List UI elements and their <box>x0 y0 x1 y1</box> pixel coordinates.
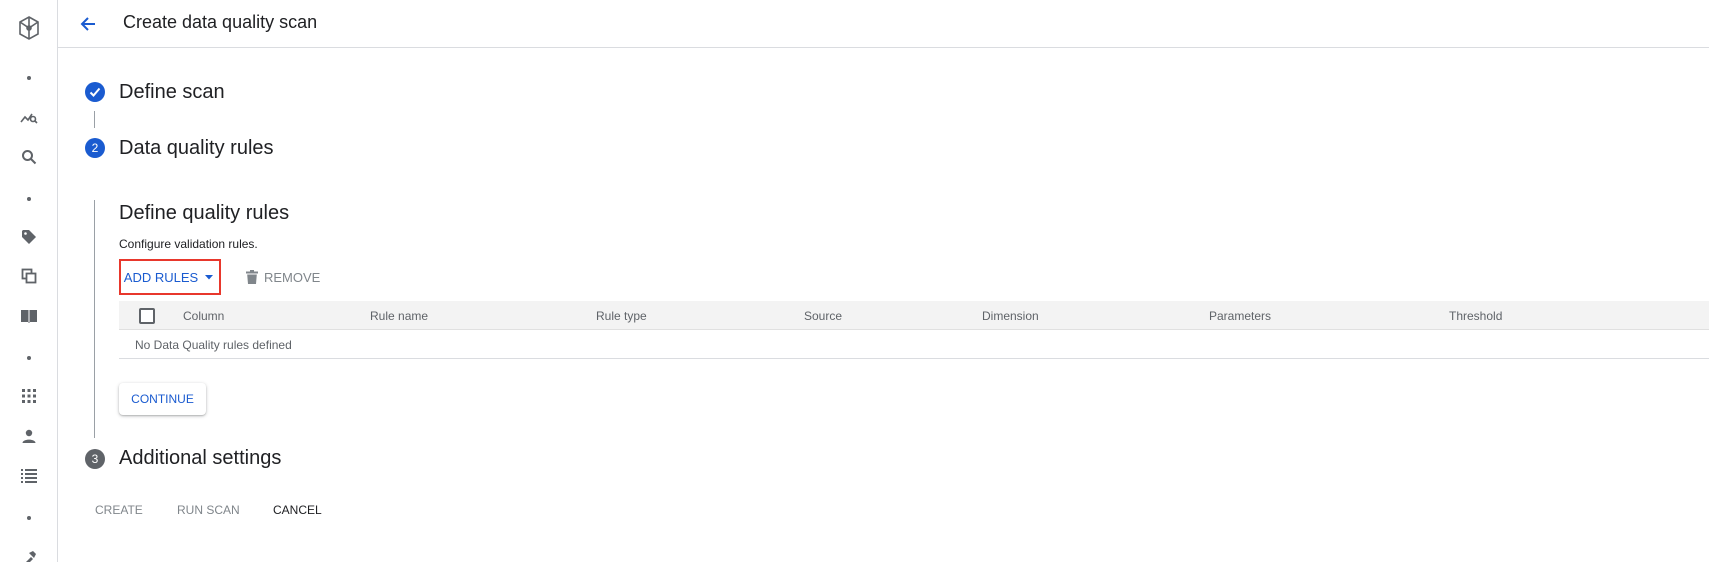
rail-dot-separator <box>0 187 58 211</box>
empty-message: No Data Quality rules defined <box>135 338 292 352</box>
page-title: Create data quality scan <box>123 12 318 32</box>
stepper-connector <box>94 200 95 438</box>
cancel-button[interactable]: CANCEL <box>273 503 322 517</box>
add-rules-button[interactable]: ADD RULES <box>119 259 221 295</box>
stepper-connector <box>94 111 95 128</box>
add-rules-label: ADD RULES <box>123 269 199 285</box>
search-icon[interactable] <box>0 145 58 169</box>
table-empty-row: No Data Quality rules defined <box>119 330 1709 359</box>
create-button[interactable]: CREATE <box>95 503 143 517</box>
glossary-book-icon[interactable] <box>0 304 58 328</box>
column-header-parameters[interactable]: Parameters <box>1209 309 1271 323</box>
column-header-column[interactable]: Column <box>183 309 224 323</box>
section-title: Define quality rules <box>119 202 290 224</box>
select-all-checkbox[interactable] <box>139 308 155 324</box>
column-header-threshold[interactable]: Threshold <box>1449 309 1502 323</box>
delete-icon <box>246 270 258 284</box>
step-define-scan[interactable]: Define scan <box>119 81 225 104</box>
top-bar: Create data quality scan <box>58 0 1709 48</box>
tag-icon[interactable] <box>0 225 58 249</box>
step-number-badge: 2 <box>85 138 105 158</box>
left-nav-rail <box>0 0 58 562</box>
rules-table-header: Column Rule name Rule type Source Dimens… <box>119 301 1709 330</box>
apps-grid-icon[interactable] <box>0 384 58 408</box>
dataplex-logo-icon[interactable] <box>0 10 58 46</box>
column-header-source[interactable]: Source <box>804 309 842 323</box>
column-header-rule-type[interactable]: Rule type <box>596 309 647 323</box>
remove-label: REMOVE <box>264 269 321 285</box>
rail-dot-separator <box>0 506 58 530</box>
copy-resources-icon[interactable] <box>0 264 58 288</box>
column-header-dimension[interactable]: Dimension <box>982 309 1039 323</box>
check-circle-icon <box>85 82 105 102</box>
continue-button[interactable]: CONTINUE <box>119 383 206 415</box>
arrow-back-icon <box>80 17 95 31</box>
run-scan-button[interactable]: RUN SCAN <box>177 503 240 517</box>
column-header-rule-name[interactable]: Rule name <box>370 309 428 323</box>
list-icon[interactable] <box>0 464 58 488</box>
back-button[interactable] <box>74 10 102 38</box>
arrow-drop-down-icon <box>205 275 214 280</box>
remove-button[interactable]: REMOVE <box>246 266 320 288</box>
section-description: Configure validation rules. <box>119 237 258 251</box>
step-data-quality-rules[interactable]: Data quality rules <box>119 137 274 160</box>
rail-dot-separator <box>0 66 58 90</box>
step-number-badge: 3 <box>85 449 105 469</box>
step-additional-settings[interactable]: Additional settings <box>119 447 281 470</box>
analytics-search-icon[interactable] <box>0 105 58 129</box>
build-hammer-icon[interactable] <box>0 546 58 562</box>
rail-dot-separator <box>0 346 58 370</box>
person-icon[interactable] <box>0 424 58 448</box>
